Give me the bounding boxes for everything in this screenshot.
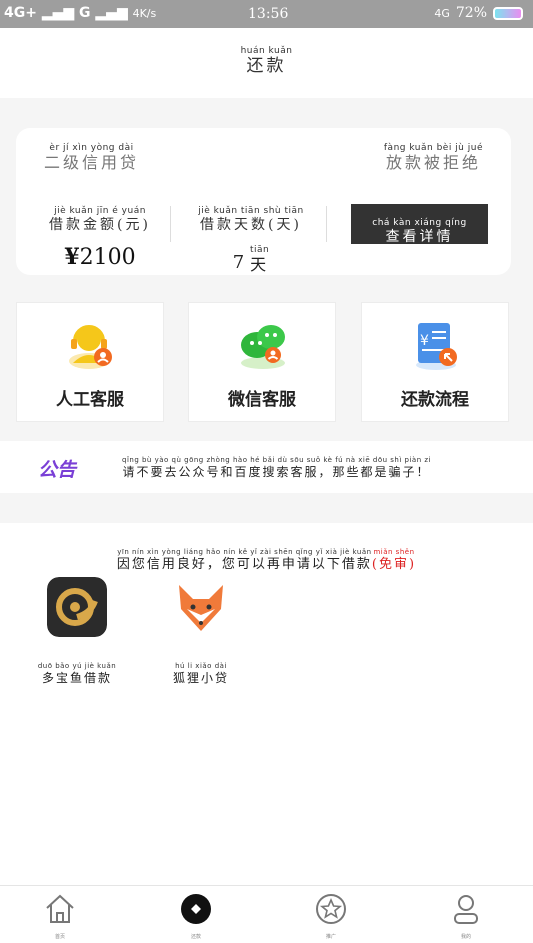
loan-amount-value: ¥2100 xyxy=(30,244,170,270)
days-unit-pinyin: tiān xyxy=(249,245,270,255)
loan-days-label-pinyin: jiè kuǎn tiān shù tiān xyxy=(198,206,304,216)
days-number: 7 xyxy=(232,252,245,273)
loan-status: fàng kuǎn bèi jù jué 放款被拒绝 xyxy=(384,144,483,171)
nav-promote-label: 推广 xyxy=(325,934,336,940)
divider xyxy=(170,206,171,242)
service-tiles: 人工客服 微信客服 ¥ 还款流程 xyxy=(16,302,511,422)
recommend-heading: yīn nín xìn yòng liáng hǎo nín kě yǐ zài… xyxy=(0,539,533,572)
currency-symbol: ¥ xyxy=(64,244,80,270)
loan-card: èr jí xìn yòng dài 二级信用贷 fàng kuǎn bèi j… xyxy=(16,128,511,275)
recommend-tag-pinyin: miǎn shěn xyxy=(373,548,415,556)
app-name-pinyin: duō bǎo yú jiè kuǎn xyxy=(37,662,117,670)
days-unit-text: 天 xyxy=(250,255,270,274)
wechat-service-tile[interactable]: 微信客服 xyxy=(188,302,336,422)
profile-icon xyxy=(454,895,478,924)
nav-repay[interactable]: 还款 xyxy=(156,892,236,940)
nav-home-label: 首页 xyxy=(54,934,65,940)
app-duobaoyu[interactable]: duō bǎo yú jiè kuǎn 多宝鱼借款 xyxy=(27,577,127,684)
title-bar: huán kuǎn 还款 xyxy=(0,28,533,98)
notice-text: qǐng bù yào qù gōng zhòng hào hé bǎi dù … xyxy=(122,456,431,479)
manual-service-tile[interactable]: 人工客服 xyxy=(16,302,164,422)
battery-percent: 72% xyxy=(455,5,487,21)
loan-amount-label-pinyin: jiè kuǎn jīn é yuán xyxy=(54,206,146,216)
nav-repay-label: 还款 xyxy=(190,934,201,940)
clock: 13:56 xyxy=(248,6,289,22)
network-label-2: G xyxy=(79,5,91,21)
amount-number: 2100 xyxy=(79,245,136,270)
duobaoyu-logo-icon xyxy=(47,577,107,637)
nav-profile[interactable]: 我的 xyxy=(426,892,506,940)
home-icon xyxy=(46,894,74,923)
credit-level: èr jí xìn yòng dài 二级信用贷 xyxy=(44,144,139,171)
wechat-icon xyxy=(241,325,285,369)
nav-profile-label: 我的 xyxy=(460,934,471,940)
page-title-pinyin: huán kuǎn xyxy=(240,46,293,56)
customer-service-icon xyxy=(69,325,112,369)
view-details-button[interactable]: chá kàn xiáng qíng 查看详情 xyxy=(351,204,488,244)
loan-status-text: 放款被拒绝 xyxy=(385,153,481,172)
recommend-heading-pinyin: yīn nín xìn yòng liáng hǎo nín kě yǐ zài… xyxy=(117,548,372,556)
svg-text:¥: ¥ xyxy=(420,333,429,349)
network-indicator: 4G+ ▂▄▆ G ▂▄▆ 4K/s xyxy=(4,5,156,21)
page-title: huán kuǎn 还款 xyxy=(241,47,293,75)
loan-status-pinyin: fàng kuǎn bèi jù jué xyxy=(383,143,483,153)
notice-text-content: 请不要去公众号和百度搜索客服，那些都是骗子！ xyxy=(122,465,431,479)
page-title-text: 还款 xyxy=(246,56,287,76)
status-right: 4G 72% xyxy=(434,5,523,21)
repay-process-icon: ¥ xyxy=(416,323,457,370)
nav-home[interactable]: 首页 xyxy=(20,892,100,940)
notice-bar: 公告 qǐng bù yào qù gōng zhòng hào hé bǎi … xyxy=(0,441,533,493)
signal-icon: ▂▄▆ xyxy=(41,5,75,21)
speed-label: 4K/s xyxy=(132,7,157,20)
loan-days-label-text: 借款天数(天) xyxy=(200,217,302,233)
credit-level-pinyin: èr jí xìn yòng dài xyxy=(49,143,134,153)
loan-amount-label-text: 借款金额(元) xyxy=(49,217,151,233)
network-label: 4G+ xyxy=(4,5,37,21)
network-right-label: 4G xyxy=(434,6,450,20)
loan-days-label: jiè kuǎn tiān shù tiān 借款天数(天) xyxy=(198,206,304,233)
wechat-service-label: 微信客服 xyxy=(228,390,296,410)
fox-logo-icon xyxy=(171,577,231,637)
repay-process-tile[interactable]: ¥ 还款流程 xyxy=(361,302,509,422)
app-fox-loan[interactable]: hú li xiǎo dài 狐狸小贷 xyxy=(151,577,251,684)
battery-icon xyxy=(493,6,523,20)
notice-badge: 公告 xyxy=(38,459,77,481)
repay-process-label: 还款流程 xyxy=(401,390,469,410)
manual-service-label: 人工客服 xyxy=(56,390,124,410)
divider xyxy=(326,206,327,242)
app-name: 多宝鱼借款 xyxy=(41,671,112,685)
recommend-heading-text: 因您信用良好，您可以再申请以下借款 xyxy=(116,557,372,572)
recommend-section: yīn nín xìn yòng liáng hǎo nín kě yǐ zài… xyxy=(0,523,533,885)
signal-icon-2: ▂▄▆ xyxy=(95,5,128,21)
bottom-nav: 首页 还款 推广 我的 xyxy=(0,885,533,943)
repay-icon xyxy=(181,894,211,924)
view-details-label: 查看详情 xyxy=(385,229,454,245)
credit-level-text: 二级信用贷 xyxy=(44,153,140,172)
recommend-tag: (免审) xyxy=(371,557,417,572)
status-bar: 4G+ ▂▄▆ G ▂▄▆ 4K/s 13:56 4G 72% xyxy=(0,0,533,28)
view-details-pinyin: chá kàn xiáng qíng xyxy=(372,218,467,228)
app-name: 狐狸小贷 xyxy=(172,671,229,685)
app-name-pinyin: hú li xiǎo dài xyxy=(175,662,227,670)
loan-days-value: 7 tiān 天 xyxy=(181,236,321,274)
nav-promote[interactable]: 推广 xyxy=(291,892,371,940)
loan-days: jiè kuǎn tiān shù tiān 借款天数(天) 7 tiān 天 xyxy=(181,198,321,274)
days-unit: tiān 天 xyxy=(250,246,269,273)
star-icon xyxy=(316,894,346,924)
loan-amount-label: jiè kuǎn jīn é yuán 借款金额(元) xyxy=(49,206,151,233)
loan-amount: jiè kuǎn jīn é yuán 借款金额(元) ¥2100 xyxy=(30,198,170,271)
notice-text-pinyin: qǐng bù yào qù gōng zhòng hào hé bǎi dù … xyxy=(122,456,431,464)
